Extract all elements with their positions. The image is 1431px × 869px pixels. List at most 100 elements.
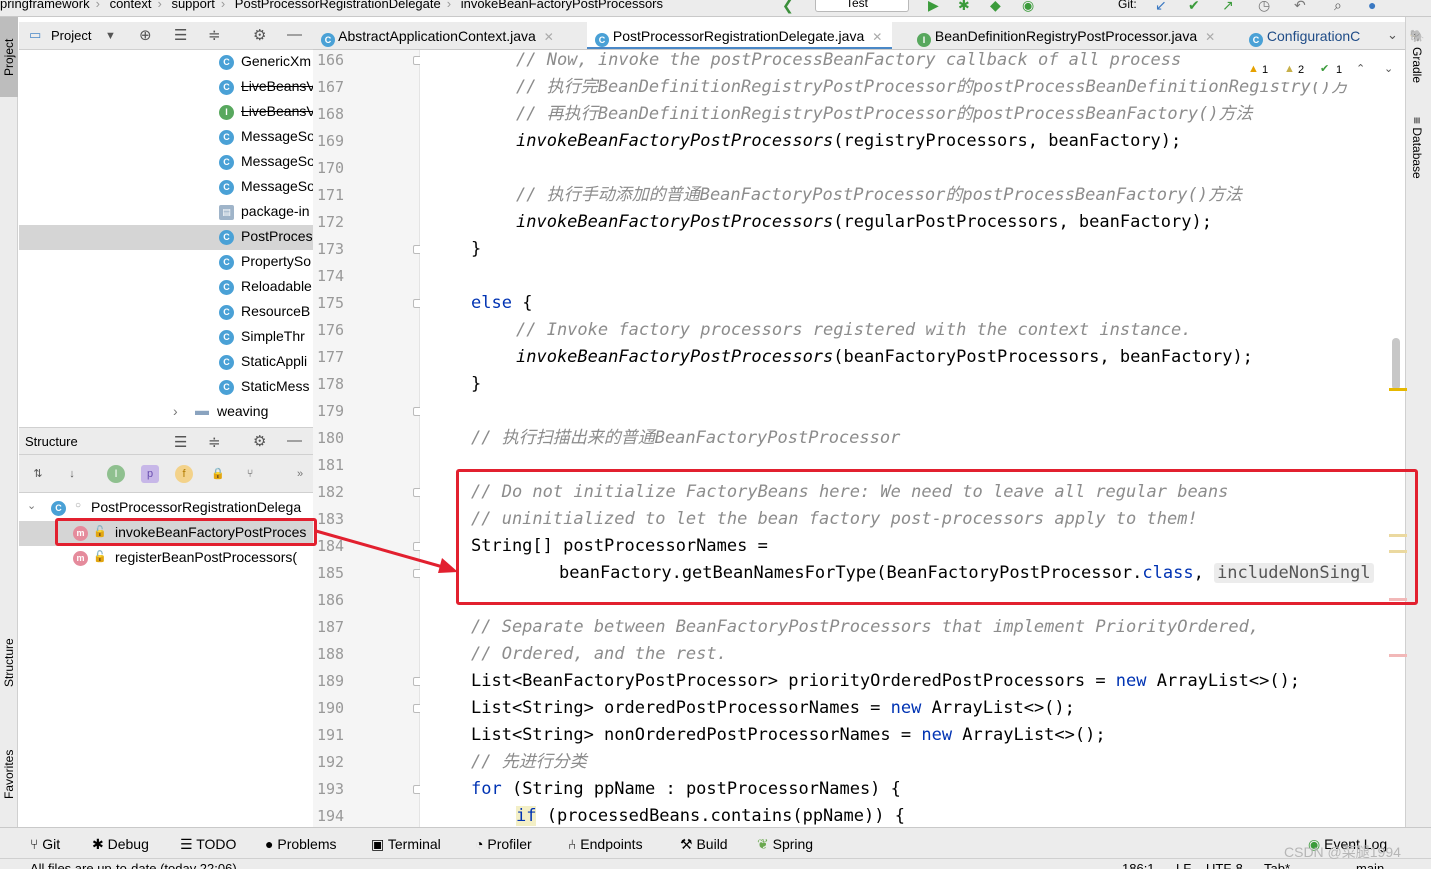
debug-tool-button[interactable]: ✱ Debug xyxy=(92,836,149,853)
tab-post-processor-registration-delegate[interactable]: C PostProcessorRegistrationDelegate.java… xyxy=(587,22,893,49)
chevron-down-icon[interactable]: ⌄ xyxy=(27,499,36,512)
gradle-tool-tab[interactable]: 🐘 Gradle xyxy=(1410,29,1424,83)
breadcrumb-item[interactable]: PostProcessorRegistrationDelegate xyxy=(235,0,441,11)
code-editor[interactable]: // Now, invoke the postProcessBeanFactor… xyxy=(420,50,1405,827)
expand-all-icon[interactable]: ☰ xyxy=(174,433,187,451)
show-inherited-icon[interactable]: I xyxy=(107,465,125,483)
annotation-arrow xyxy=(315,529,458,573)
rollback-icon[interactable]: ↶ xyxy=(1294,0,1306,14)
show-properties-icon[interactable]: p xyxy=(141,465,159,483)
project-tool-tab[interactable]: Project xyxy=(0,17,18,97)
show-lambdas-icon[interactable]: ⑂ xyxy=(241,465,259,483)
todo-tool-button[interactable]: ☰ TODO xyxy=(180,836,236,853)
git-push-icon[interactable]: ↗ xyxy=(1222,0,1234,14)
chevron-up-icon[interactable]: ⌃ xyxy=(1356,62,1365,75)
tree-item[interactable]: C StaticAppli xyxy=(19,350,313,375)
code-line: // 再执行BeanDefinitionRegistryPostProcesso… xyxy=(516,104,1253,124)
tab-configuration[interactable]: C ConfigurationC xyxy=(1249,22,1360,49)
right-tool-strip: 🐘 Gradle ≡ Database xyxy=(1405,17,1431,827)
line-number: 178 xyxy=(317,375,345,393)
update-info-icon[interactable]: ● xyxy=(1368,0,1376,13)
warning-icon: ▲ xyxy=(1248,63,1259,75)
chevron-down-icon[interactable]: ⌄ xyxy=(1384,62,1393,75)
breadcrumb-item[interactable]: invokeBeanFactoryPostProcessors xyxy=(461,0,663,11)
problems-tool-button[interactable]: ● Problems xyxy=(265,836,337,852)
run-icon[interactable]: ▶ xyxy=(928,0,939,14)
close-icon[interactable]: ✕ xyxy=(1205,30,1215,44)
tab-abstract-application-context[interactable]: C AbstractApplicationContext.java ✕ xyxy=(321,22,554,49)
tree-item[interactable]: C MessageSo xyxy=(19,125,313,150)
history-icon[interactable]: ◷ xyxy=(1258,0,1270,14)
search-icon[interactable]: ⌕ xyxy=(1334,0,1342,14)
scroll-marker[interactable] xyxy=(1389,388,1407,391)
indent-setting[interactable]: Tab* xyxy=(1264,861,1290,869)
favorites-tool-tab[interactable]: Favorites xyxy=(0,729,18,819)
git-commit-icon[interactable]: ✔ xyxy=(1188,0,1200,14)
line-number: 189 xyxy=(317,672,345,690)
breadcrumb-item[interactable]: pringframework xyxy=(0,0,90,11)
profile-icon[interactable]: ◉ xyxy=(1022,0,1034,14)
spring-tool-button[interactable]: ❦ Spring xyxy=(757,836,813,853)
caret-position[interactable]: 186:1 xyxy=(1122,861,1155,869)
gear-icon[interactable]: ⚙ xyxy=(253,26,266,44)
back-icon[interactable]: ❮ xyxy=(782,0,794,14)
git-update-icon[interactable]: ↙ xyxy=(1155,0,1167,14)
file-encoding[interactable]: UTF-8 xyxy=(1206,861,1243,869)
hide-icon[interactable]: — xyxy=(287,26,302,43)
tree-item[interactable]: C GenericXm xyxy=(19,50,313,75)
scroll-marker[interactable] xyxy=(1389,654,1407,657)
tree-item[interactable]: C SimpleThr xyxy=(19,325,313,350)
tree-item[interactable]: C StaticMess xyxy=(19,375,313,400)
line-number: 186 xyxy=(317,591,345,609)
gradle-icon: 🐘 xyxy=(1410,29,1424,44)
sort-alpha-icon[interactable]: ↓ xyxy=(63,465,81,483)
show-fields-icon[interactable]: f xyxy=(175,465,193,483)
project-view-select[interactable]: Project xyxy=(51,28,91,43)
line-separator[interactable]: LF xyxy=(1176,861,1191,869)
breadcrumb-item[interactable]: context xyxy=(110,0,152,11)
tree-item[interactable]: C LiveBeansV xyxy=(19,75,313,100)
tree-item[interactable]: I LiveBeansV xyxy=(19,100,313,125)
editor-vertical-scrollbar[interactable] xyxy=(1392,338,1400,390)
terminal-tool-button[interactable]: ▣ Terminal xyxy=(371,836,441,853)
tree-item[interactable]: C Reloadable xyxy=(19,275,313,300)
build-tool-button[interactable]: ⚒ Build xyxy=(680,836,728,853)
project-tree[interactable]: C GenericXm C LiveBeansV I LiveBeansV C Mess… xyxy=(19,50,313,427)
inspection-widget[interactable]: ▲ 1 ▲ 2 ✔ 1 ⌃ ⌄ xyxy=(1244,60,1404,82)
show-non-public-icon[interactable]: 🔒 xyxy=(209,465,227,483)
tree-item[interactable]: › ▬ weaving xyxy=(19,400,313,425)
chevron-right-icon[interactable]: › xyxy=(173,403,178,419)
chevron-down-icon[interactable]: ▼ xyxy=(105,30,116,42)
git-tool-button[interactable]: ⑂ Git xyxy=(30,836,60,852)
endpoints-tool-button[interactable]: ⑃ Endpoints xyxy=(568,836,643,852)
debug-icon[interactable]: ✱ xyxy=(958,0,970,14)
line-number-gutter[interactable]: 166 167 168 169 170 171 172 173 174 175 … xyxy=(313,50,422,827)
coverage-icon[interactable]: ◆ xyxy=(990,0,1001,14)
hide-icon[interactable]: — xyxy=(287,432,302,449)
close-icon[interactable]: ✕ xyxy=(872,30,882,44)
tab-list-chevron-icon[interactable]: ⌄ xyxy=(1387,27,1398,43)
tree-item[interactable]: C MessageSo xyxy=(19,175,313,200)
gear-icon[interactable]: ⚙ xyxy=(253,432,266,450)
tree-item-selected[interactable]: C PostProces xyxy=(19,225,313,250)
expand-all-icon[interactable]: ☰ xyxy=(174,26,187,44)
close-icon[interactable]: ✕ xyxy=(544,30,554,44)
database-tool-tab[interactable]: ≡ Database xyxy=(1410,117,1424,179)
structure-tool-tab[interactable]: Structure xyxy=(0,617,18,709)
profiler-tool-button[interactable]: ◔ Profiler xyxy=(475,836,532,852)
tree-item[interactable]: C ResourceB xyxy=(19,300,313,325)
tab-bean-definition-registry-post-processor[interactable]: I BeanDefinitionRegistryPostProcessor.ja… xyxy=(917,22,1215,49)
sort-visibility-icon[interactable]: ⇅ xyxy=(29,465,47,483)
tree-item[interactable]: ▤ package-in xyxy=(19,200,313,225)
git-branch[interactable]: main xyxy=(1356,861,1384,869)
tree-item[interactable]: C MessageSo xyxy=(19,150,313,175)
collapse-all-icon[interactable]: ≑ xyxy=(208,26,221,44)
collapse-all-icon[interactable]: ≑ xyxy=(208,433,221,451)
class-icon: C xyxy=(595,33,609,47)
breadcrumb-item[interactable]: support xyxy=(171,0,214,11)
tree-item[interactable]: C PropertySo xyxy=(19,250,313,275)
run-configuration-select[interactable]: Test xyxy=(815,0,909,12)
locate-icon[interactable]: ⊕ xyxy=(139,26,152,44)
structure-method-node[interactable]: m 🔓 registerBeanPostProcessors( xyxy=(19,546,313,571)
more-icon[interactable]: » xyxy=(291,465,309,483)
